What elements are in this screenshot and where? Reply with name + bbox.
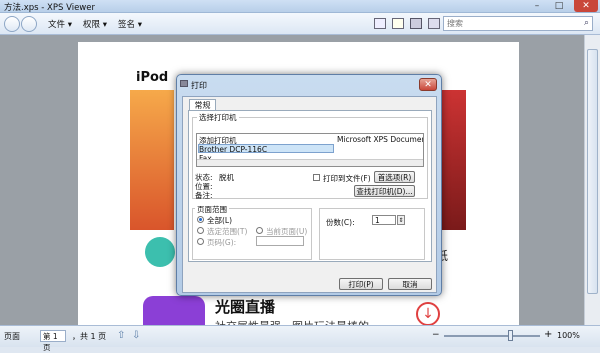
zoom-in-icon[interactable]: + — [544, 329, 552, 340]
copies-label: 份数(C): — [326, 218, 355, 227]
status-bar: 页面 第 1 页 ，共 1 页 ⇧ ⇩ − + 100% — [0, 325, 600, 352]
comment-label: 备注: — [195, 191, 213, 200]
window-title: 方法.xps - XPS Viewer — [4, 3, 95, 13]
teal-circle-icon — [145, 237, 175, 267]
zoom-slider-thumb[interactable] — [508, 330, 513, 341]
copies-spinner[interactable]: ⇕ — [397, 215, 405, 225]
back-button[interactable] — [4, 16, 20, 32]
current-page-radio[interactable] — [256, 227, 263, 234]
cancel-button[interactable]: 取消 — [388, 278, 432, 290]
printer-item-brother[interactable]: Brother DCP-116C — [198, 144, 334, 154]
zoom-out-icon[interactable]: − — [432, 330, 440, 340]
minimize-button[interactable]: – — [528, 0, 546, 12]
copies-input[interactable]: 1 — [372, 215, 396, 225]
download-arrow-icon: ↓ — [416, 302, 440, 326]
forward-button[interactable] — [21, 16, 37, 32]
preferences-button[interactable]: 首选项(R) — [374, 171, 415, 183]
printer-icon — [180, 80, 188, 87]
scrollbar-thumb[interactable] — [587, 49, 598, 294]
maximize-button[interactable]: □ — [550, 0, 568, 12]
pages-input[interactable] — [256, 236, 304, 246]
print-to-file-checkbox[interactable] — [313, 174, 320, 181]
search-input[interactable] — [447, 18, 567, 29]
doc-ipod-label: iPod — [136, 70, 169, 85]
print-dialog: 打印 ✕ 常规 选择打印机 添加打印机 Brother DCP-116C Fax… — [176, 74, 442, 296]
vertical-scrollbar[interactable] — [584, 35, 600, 325]
menu-file[interactable]: 文件 ▾ — [48, 18, 72, 30]
dialog-title: 打印 — [191, 81, 207, 90]
selection-label: 选定范围(T) — [207, 227, 248, 236]
menu-signatures[interactable]: 签名 ▾ — [118, 18, 142, 30]
app-image-left — [130, 90, 174, 230]
menu-permissions[interactable]: 权限 ▾ — [83, 18, 107, 30]
dialog-body: 常规 选择打印机 添加打印机 Brother DCP-116C Fax Micr… — [182, 96, 437, 293]
view-icon[interactable] — [428, 18, 440, 29]
dialog-close-button[interactable]: ✕ — [419, 78, 437, 91]
pages-radio[interactable] — [197, 238, 204, 245]
printer-item-xps[interactable]: Microsoft XPS Document Writer — [337, 135, 423, 144]
page-total: ，共 1 页 — [72, 332, 107, 341]
selection-radio[interactable] — [197, 227, 204, 234]
app-logo-purple — [143, 296, 205, 325]
general-tab-panel: 选择打印机 添加打印机 Brother DCP-116C Fax Microso… — [188, 110, 432, 262]
printer-list-hscrollbar[interactable] — [197, 159, 423, 166]
page-range-label: 页面范围 — [195, 204, 229, 215]
next-page-arrow-icon[interactable]: ⇩ — [132, 330, 140, 341]
search-box[interactable]: ⌕ — [443, 16, 593, 31]
page-label: 页面 — [4, 332, 20, 341]
print-button[interactable]: 打印(P) — [339, 278, 383, 290]
page-number-input[interactable]: 第 1 页 — [40, 330, 66, 352]
prev-page-arrow-icon[interactable]: ⇧ — [117, 330, 125, 341]
zoom-slider-track[interactable] — [444, 335, 540, 337]
select-printer-label: 选择打印机 — [197, 112, 239, 123]
doc-app-title: 光圈直播 — [215, 298, 276, 316]
pages-icon[interactable] — [392, 18, 404, 29]
printer-list[interactable]: 添加打印机 Brother DCP-116C Fax Microsoft XPS… — [196, 133, 424, 167]
print-icon[interactable] — [410, 18, 422, 29]
all-radio[interactable] — [197, 216, 204, 223]
close-button[interactable]: ✕ — [574, 0, 598, 12]
zoom-level: 100% — [557, 331, 580, 340]
pages-label: 页码(G): — [207, 238, 237, 247]
toolbar: 文件 ▾ 权限 ▾ 签名 ▾ ⌕ — [0, 13, 600, 35]
save-icon[interactable] — [374, 18, 386, 29]
all-label: 全部(L) — [207, 216, 233, 225]
find-printer-button[interactable]: 查找打印机(D)... — [354, 185, 415, 197]
title-bar: 方法.xps - XPS Viewer – □ ✕ — [0, 0, 600, 13]
status-value: 脱机 — [219, 173, 234, 182]
print-to-file-label: 打印到文件(F) — [323, 174, 371, 183]
search-icon[interactable]: ⌕ — [584, 18, 589, 28]
